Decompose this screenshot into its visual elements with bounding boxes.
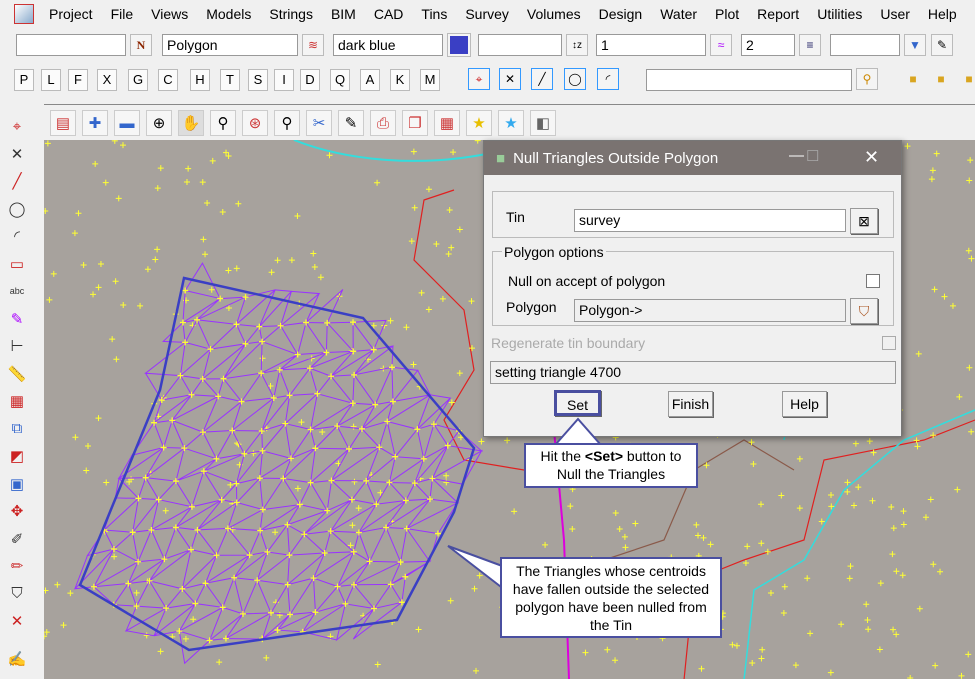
set-callout-bold: <Set> xyxy=(584,448,624,464)
filter-button-s[interactable]: S xyxy=(248,69,268,91)
filter-button-p[interactable]: P xyxy=(14,69,34,91)
callout-pointers xyxy=(447,417,603,593)
set-callout: Hit the <Set> button to Null the Triangl… xyxy=(524,443,698,488)
filter-button-l[interactable]: L xyxy=(41,69,61,91)
filter-button-q[interactable]: Q xyxy=(330,69,350,91)
filter-button-x[interactable]: X xyxy=(97,69,117,91)
filter-button-f[interactable]: F xyxy=(68,69,88,91)
filter-button-t[interactable]: T xyxy=(220,69,240,91)
nulled-callout: The Triangles whose centroids have falle… xyxy=(500,557,722,638)
filter-button-g[interactable]: G xyxy=(128,69,148,91)
filter-button-c[interactable]: C xyxy=(158,69,178,91)
filter-button-h[interactable]: H xyxy=(190,69,210,91)
filter-button-k[interactable]: K xyxy=(390,69,410,91)
filter-button-m[interactable]: M xyxy=(420,69,440,91)
filter-button-d[interactable]: D xyxy=(300,69,320,91)
set-callout-text: Hit the xyxy=(540,448,585,464)
filter-button-i[interactable]: I xyxy=(274,69,294,91)
filter-button-a[interactable]: A xyxy=(360,69,380,91)
